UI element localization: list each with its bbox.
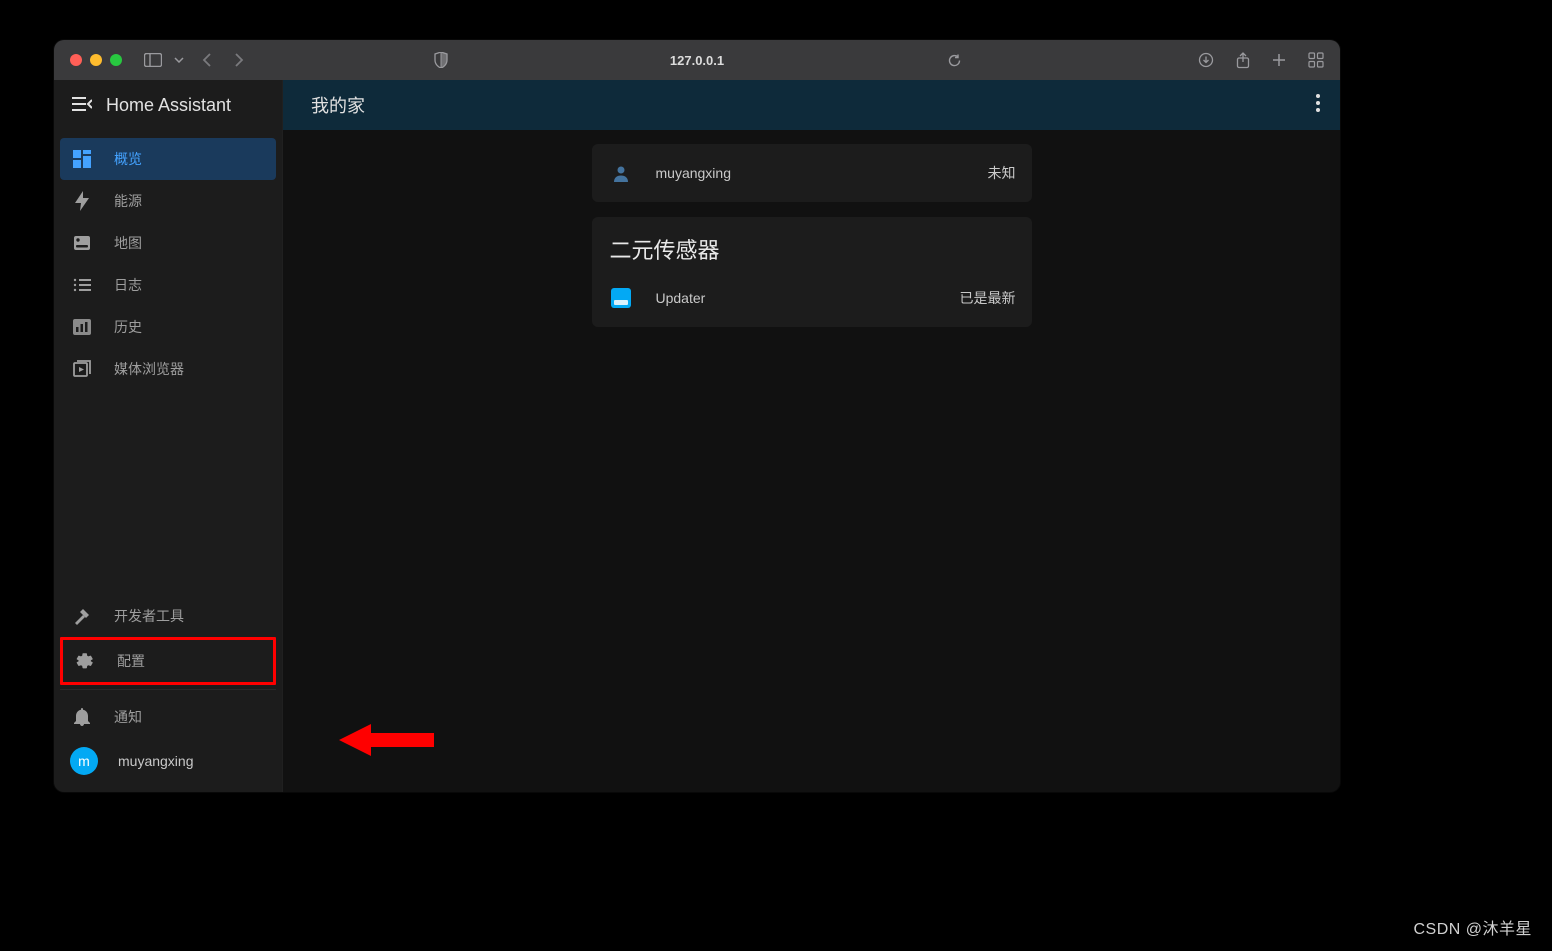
- new-tab-icon[interactable]: [1272, 53, 1286, 67]
- updater-label: Updater: [656, 290, 706, 306]
- forward-button[interactable]: [234, 52, 244, 68]
- close-window-button[interactable]: [70, 54, 82, 66]
- main-header: 我的家: [283, 80, 1340, 130]
- menu-collapse-icon[interactable]: [72, 95, 92, 116]
- updater-icon: [608, 288, 634, 308]
- sidebar-item-media-browser[interactable]: 媒体浏览器: [60, 348, 276, 390]
- app-body: Home Assistant 概览 能源: [54, 80, 1340, 792]
- minimize-window-button[interactable]: [90, 54, 102, 66]
- downloads-icon[interactable]: [1198, 52, 1214, 68]
- titlebar: 127.0.0.1: [54, 40, 1340, 80]
- address-bar-text[interactable]: 127.0.0.1: [670, 53, 724, 68]
- privacy-shield-icon[interactable]: [434, 52, 448, 68]
- sidebar-item-label: 地图: [114, 233, 142, 253]
- sidebar-item-label: 历史: [114, 317, 142, 337]
- hammer-icon: [72, 607, 92, 625]
- window-controls: [70, 54, 122, 66]
- sidebar-item-label: 日志: [114, 275, 142, 295]
- sidebar-item-label: 开发者工具: [114, 606, 184, 626]
- sidebar-header: Home Assistant: [54, 80, 282, 130]
- bolt-icon: [72, 191, 92, 211]
- person-icon: [608, 163, 634, 183]
- browser-window: 127.0.0.1 Home Assista: [54, 40, 1340, 792]
- page-title: 我的家: [311, 92, 365, 118]
- updater-status: 已是最新: [960, 288, 1016, 308]
- overflow-menu-button[interactable]: [1316, 94, 1320, 117]
- avatar-initial: m: [78, 753, 90, 769]
- binary-sensor-card: 二元传感器 Updater 已是最新: [592, 217, 1032, 327]
- watermark: CSDN @沐羊星: [1413, 915, 1532, 939]
- sidebar-item-label: 媒体浏览器: [114, 359, 184, 379]
- sidebar-bottom: 开发者工具 配置 通知: [54, 595, 282, 792]
- map-icon: [72, 234, 92, 252]
- sidebar-item-label: 配置: [117, 651, 145, 671]
- dashboard-icon: [72, 150, 92, 168]
- play-box-icon: [72, 360, 92, 378]
- user-name: muyangxing: [118, 753, 194, 769]
- sidebar: Home Assistant 概览 能源: [54, 80, 283, 792]
- sidebar-item-overview[interactable]: 概览: [60, 138, 276, 180]
- updater-row[interactable]: Updater 已是最新: [592, 269, 1032, 327]
- share-icon[interactable]: [1236, 52, 1250, 69]
- reload-button[interactable]: [947, 53, 962, 68]
- person-status: 未知: [988, 163, 1016, 183]
- sidebar-item-energy[interactable]: 能源: [60, 180, 276, 222]
- sidebar-user-row[interactable]: m muyangxing: [60, 738, 276, 784]
- sidebar-item-settings[interactable]: 配置: [63, 640, 273, 682]
- bell-icon: [72, 708, 92, 726]
- card-title: 二元传感器: [592, 217, 1032, 269]
- sidebar-item-map[interactable]: 地图: [60, 222, 276, 264]
- tab-overview-icon[interactable]: [1308, 52, 1324, 68]
- sidebar-toggle-icon[interactable]: [144, 53, 162, 67]
- gear-icon: [75, 652, 95, 670]
- list-icon: [72, 278, 92, 292]
- sidebar-item-history[interactable]: 历史: [60, 306, 276, 348]
- sidebar-item-logbook[interactable]: 日志: [60, 264, 276, 306]
- content-area: muyangxing 未知 二元传感器 Updater 已是最新: [283, 130, 1340, 792]
- sidebar-item-label: 能源: [114, 191, 142, 211]
- sidebar-item-label: 通知: [114, 707, 142, 727]
- person-card[interactable]: muyangxing 未知: [592, 144, 1032, 202]
- person-name: muyangxing: [656, 165, 732, 181]
- sidebar-item-devtools[interactable]: 开发者工具: [60, 595, 276, 637]
- sidebar-nav: 概览 能源 地图 日志: [54, 130, 282, 390]
- chart-icon: [72, 319, 92, 335]
- app-title: Home Assistant: [106, 95, 231, 116]
- chevron-down-icon[interactable]: [174, 57, 184, 63]
- divider: [60, 689, 276, 690]
- sidebar-item-label: 概览: [114, 149, 142, 169]
- back-button[interactable]: [202, 52, 212, 68]
- maximize-window-button[interactable]: [110, 54, 122, 66]
- sidebar-item-notifications[interactable]: 通知: [60, 696, 276, 738]
- main-area: 我的家 muyangxing 未知: [283, 80, 1340, 792]
- user-avatar: m: [70, 747, 98, 775]
- annotation-highlight: 配置: [60, 637, 276, 685]
